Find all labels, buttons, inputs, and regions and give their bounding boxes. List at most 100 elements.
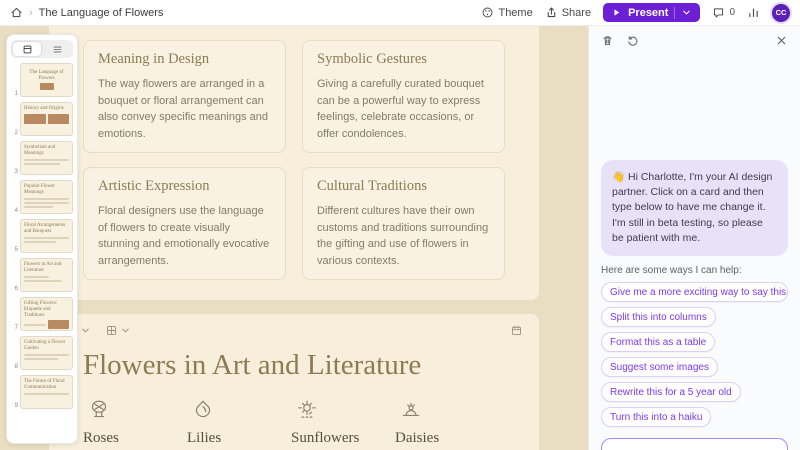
- suggestion-chip-exciting[interactable]: Give me a more exciting way to say this: [601, 282, 788, 302]
- thumbnail-title: Gifting Flowers: Etiquette and Tradition…: [24, 301, 69, 318]
- chat-input[interactable]: [601, 438, 788, 450]
- theme-button-label: Theme: [498, 7, 532, 19]
- bar-chart-icon: [747, 6, 760, 19]
- flower-label: Daisies: [395, 430, 487, 447]
- slide-thumbnail-9[interactable]: 9 The Future of Floral Communication: [11, 375, 73, 409]
- suggestion-chip-haiku[interactable]: Turn this into a haiku: [601, 407, 711, 427]
- theme-button[interactable]: Theme: [481, 6, 532, 19]
- comment-count: 0: [729, 7, 735, 18]
- thumbnail-number: 4: [11, 208, 18, 214]
- slide-thumbnail-7[interactable]: 7 Gifting Flowers: Etiquette and Traditi…: [11, 297, 73, 331]
- content-card-symbolic-gestures[interactable]: Symbolic Gestures Giving a carefully cur…: [302, 40, 505, 153]
- slide-thumbnail-3[interactable]: 3 Symbolism and Meanings: [11, 141, 73, 175]
- slide-thumbnail-2[interactable]: 2 History and Origins: [11, 102, 73, 136]
- flower-item-daisies[interactable]: Daisies: [395, 398, 487, 447]
- content-card-meaning-in-design[interactable]: Meaning in Design The way flowers are ar…: [83, 40, 286, 153]
- close-icon[interactable]: [775, 34, 788, 47]
- slide-thumbnail-8[interactable]: 8 Cultivating a Flower Garden: [11, 336, 73, 370]
- suggestion-chip-images[interactable]: Suggest some images: [601, 357, 718, 377]
- ai-help-intro: Here are some ways I can help:: [601, 265, 788, 276]
- card-body: Floral designers use the language of flo…: [98, 203, 271, 269]
- thumbnail-number: 5: [11, 247, 18, 253]
- thumbnail-number: 1: [11, 91, 18, 97]
- slide-thumbnail-6[interactable]: 6 Flowers in Art and Literature: [11, 258, 73, 292]
- thumbnail-title: Floral Arrangements and Bouquets: [24, 223, 69, 235]
- lily-icon: [191, 398, 215, 422]
- avatar[interactable]: CC: [772, 4, 790, 22]
- share-icon: [545, 6, 558, 19]
- rose-icon: [87, 398, 111, 422]
- present-button[interactable]: Present: [603, 3, 700, 22]
- present-divider: [674, 7, 675, 19]
- thumbnail-number: 8: [11, 364, 18, 370]
- flower-label: Roses: [83, 430, 175, 447]
- thumbnail-preview: Cultivating a Flower Garden: [20, 336, 73, 370]
- thumbnail-image: [40, 83, 54, 90]
- slide-floral-arrangements: Meaning in Design The way flowers are ar…: [49, 26, 539, 300]
- card-layout-button[interactable]: [101, 322, 135, 339]
- card-body: Giving a carefully curated bouquet can b…: [317, 76, 490, 142]
- home-icon[interactable]: [10, 6, 23, 19]
- flower-label: Lilies: [187, 430, 279, 447]
- ai-panel-header: [601, 34, 788, 47]
- play-icon: [611, 7, 622, 18]
- thumbnail-preview: Floral Arrangements and Bouquets: [20, 219, 73, 253]
- suggestion-chip-table[interactable]: Format this as a table: [601, 332, 715, 352]
- flower-item-roses[interactable]: Roses: [83, 398, 175, 447]
- thumbnail-preview: The Future of Floral Communication: [20, 375, 73, 409]
- slide-thumbnail-1[interactable]: 1 The Language of Flowers: [11, 63, 73, 97]
- ai-greeting-message: 👋 Hi Charlotte, I'm your AI design partn…: [601, 160, 788, 256]
- analytics-button[interactable]: [747, 6, 760, 19]
- card-title: Symbolic Gestures: [317, 51, 490, 68]
- card-grid: Meaning in Design The way flowers are ar…: [83, 40, 505, 280]
- editor-canvas: Meaning in Design The way flowers are ar…: [0, 26, 588, 450]
- slide-thumbnail-4[interactable]: 4 Popular Flower Meanings: [11, 180, 73, 214]
- comments-button[interactable]: [712, 6, 725, 19]
- thumbnail-number: 7: [11, 325, 18, 331]
- sunflower-icon: [295, 398, 319, 422]
- flower-label: Sunflowers: [291, 430, 383, 447]
- card-template-button[interactable]: [506, 322, 527, 339]
- flower-columns: Roses Lilies Sunflowers Daisies: [83, 398, 527, 447]
- slide-title[interactable]: Flowers in Art and Literature: [83, 349, 527, 382]
- slide-flowers-in-art[interactable]: Flowers in Art and Literature Roses Lili…: [49, 314, 539, 450]
- slide-thumbnail-5[interactable]: 5 Floral Arrangements and Bouquets: [11, 219, 73, 253]
- thumbnail-title: The Language of Flowers: [24, 70, 69, 82]
- top-bar: › The Language of Flowers Theme Share Pr…: [0, 0, 800, 26]
- flower-item-lilies[interactable]: Lilies: [187, 398, 279, 447]
- flower-item-sunflowers[interactable]: Sunflowers: [291, 398, 383, 447]
- content-card-cultural-traditions[interactable]: Cultural Traditions Different cultures h…: [302, 167, 505, 280]
- thumbnail-preview: Gifting Flowers: Etiquette and Tradition…: [20, 297, 73, 331]
- topbar-actions: Theme Share Present 0: [481, 3, 790, 22]
- content-card-artistic-expression[interactable]: Artistic Expression Floral designers use…: [83, 167, 286, 280]
- thumbnail-preview: Symbolism and Meanings: [20, 141, 73, 175]
- history-icon[interactable]: [626, 34, 639, 47]
- card-view-button[interactable]: [13, 42, 41, 56]
- card-body: The way flowers are arranged in a bouque…: [98, 76, 271, 142]
- thumbnail-number: 2: [11, 130, 18, 136]
- thumbnail-preview: History and Origins: [20, 102, 73, 136]
- thumbnail-number: 6: [11, 286, 18, 292]
- comment-icon: [712, 6, 725, 19]
- suggestion-chip-5-year-old[interactable]: Rewrite this for a 5 year old: [601, 382, 741, 402]
- thumbnail-sidebar: 1 The Language of Flowers 2 History and …: [6, 34, 78, 444]
- thumbnail-title: Popular Flower Meanings: [24, 184, 69, 196]
- suggestion-chip-columns[interactable]: Split this into columns: [601, 307, 716, 327]
- share-button[interactable]: Share: [545, 6, 591, 19]
- thumbnail-preview: The Language of Flowers: [20, 63, 73, 97]
- thumbnail-title: History and Origins: [24, 106, 69, 112]
- list-view-button[interactable]: [43, 42, 71, 56]
- thumbnail-image: [48, 320, 70, 329]
- trash-icon[interactable]: [601, 34, 614, 47]
- card-body: Different cultures have their own custom…: [317, 203, 490, 269]
- document-title[interactable]: The Language of Flowers: [39, 7, 164, 19]
- thumbnail-preview: Popular Flower Meanings: [20, 180, 73, 214]
- share-button-label: Share: [562, 7, 591, 19]
- present-button-label: Present: [628, 7, 668, 19]
- breadcrumb-chevron-icon: ›: [29, 7, 33, 19]
- card-title: Cultural Traditions: [317, 178, 490, 195]
- chevron-down-icon[interactable]: [681, 7, 692, 18]
- view-toggle: [11, 40, 73, 58]
- thumbnail-title: Cultivating a Flower Garden: [24, 340, 69, 352]
- palette-icon: [481, 6, 494, 19]
